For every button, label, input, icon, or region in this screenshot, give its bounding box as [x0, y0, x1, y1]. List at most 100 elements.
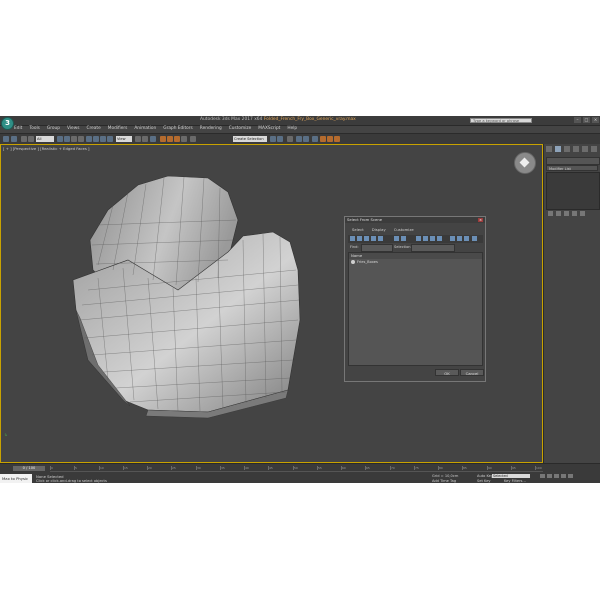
- show-end-result-icon[interactable]: [556, 211, 561, 216]
- spinner-snap-icon[interactable]: [181, 136, 187, 142]
- display-bones-icon[interactable]: [423, 236, 428, 241]
- display-cameras-icon[interactable]: [371, 236, 376, 241]
- key-filters-button[interactable]: Key Filters...: [504, 479, 526, 483]
- track-bar[interactable]: 0 5 10 15 20 25 30 35 40 45 50 55 60 65 70 75 80 85 90 95 10…: [50, 466, 543, 472]
- sync-selection-icon[interactable]: [472, 236, 477, 241]
- maxscript-listener[interactable]: Max to Physic: [0, 474, 32, 483]
- key-set-dropdown[interactable]: Selected: [492, 474, 530, 478]
- maximize-icon[interactable]: □: [583, 117, 590, 123]
- minimize-icon[interactable]: –: [574, 117, 581, 123]
- hierarchy-tab-icon[interactable]: [564, 146, 570, 152]
- display-none-icon[interactable]: [457, 236, 462, 241]
- ok-button[interactable]: OK: [435, 369, 459, 376]
- set-key-button[interactable]: Set Key: [477, 479, 491, 483]
- modifier-list-dropdown[interactable]: Modifier List: [546, 165, 598, 171]
- align-icon[interactable]: [277, 136, 283, 142]
- display-xrefs-icon[interactable]: [416, 236, 421, 241]
- app-logo-icon[interactable]: 3: [1, 117, 14, 130]
- find-input[interactable]: [361, 244, 393, 252]
- keyboard-shortcut-icon[interactable]: [150, 136, 156, 142]
- menu-tools[interactable]: Tools: [29, 126, 40, 132]
- dialog-title[interactable]: Select From Scene: [345, 217, 485, 223]
- utilities-tab-icon[interactable]: [591, 146, 597, 152]
- snaps-toggle-icon[interactable]: [160, 136, 166, 142]
- menu-create[interactable]: Create: [86, 126, 100, 132]
- remove-modifier-icon[interactable]: [572, 211, 577, 216]
- link-icon[interactable]: [21, 136, 27, 142]
- close-icon[interactable]: ×: [592, 117, 599, 123]
- rotate-icon[interactable]: [93, 136, 99, 142]
- dialog-menu-select[interactable]: Select: [352, 227, 364, 232]
- modifier-stack[interactable]: [546, 172, 600, 210]
- display-groups-icon[interactable]: [401, 236, 406, 241]
- display-tab-icon[interactable]: [582, 146, 588, 152]
- scale-icon[interactable]: [100, 136, 106, 142]
- dialog-menu-customize[interactable]: Customize: [394, 227, 414, 232]
- curve-editor-icon[interactable]: [296, 136, 302, 142]
- modify-tab-icon[interactable]: [555, 146, 561, 152]
- schematic-view-icon[interactable]: [303, 136, 309, 142]
- menu-modifiers[interactable]: Modifiers: [108, 126, 128, 132]
- edit-named-sets-icon[interactable]: [190, 136, 196, 142]
- play-icon[interactable]: [554, 474, 559, 478]
- scene-object-list[interactable]: Name Fries_Boxes: [348, 252, 483, 366]
- rect-selection-icon[interactable]: [71, 136, 77, 142]
- layer-explorer-icon[interactable]: [287, 136, 293, 142]
- create-tab-icon[interactable]: [546, 146, 552, 152]
- select-object-icon[interactable]: [57, 136, 63, 142]
- display-invert-icon[interactable]: [464, 236, 469, 241]
- display-containers-icon[interactable]: [430, 236, 435, 241]
- viewport-label[interactable]: [ + ] [Perspective ] [Realistic + Edged …: [3, 146, 89, 151]
- menu-group[interactable]: Group: [47, 126, 60, 132]
- menu-graph-editors[interactable]: Graph Editors: [163, 126, 193, 132]
- fry-box-mesh[interactable]: [68, 160, 308, 430]
- menu-animation[interactable]: Animation: [134, 126, 156, 132]
- menu-help[interactable]: Help: [287, 126, 297, 132]
- name-column-header[interactable]: Name: [349, 253, 482, 259]
- render-setup-icon[interactable]: [320, 136, 326, 142]
- search-input[interactable]: Type a keyword or phrase: [470, 118, 532, 123]
- display-lights-icon[interactable]: [364, 236, 369, 241]
- previous-frame-icon[interactable]: [547, 474, 552, 478]
- add-time-tag[interactable]: Add Time Tag: [432, 479, 456, 483]
- menu-views[interactable]: Views: [67, 126, 79, 132]
- reference-coord-dropdown[interactable]: View: [116, 136, 132, 142]
- redo-icon[interactable]: [11, 136, 17, 142]
- pivot-icon[interactable]: [135, 136, 141, 142]
- menu-edit[interactable]: Edit: [14, 126, 22, 132]
- display-spacewarps-icon[interactable]: [394, 236, 399, 241]
- time-slider[interactable]: 0 / 100: [13, 466, 45, 471]
- display-all-icon[interactable]: [450, 236, 455, 241]
- go-to-end-icon[interactable]: [568, 474, 573, 478]
- selection-filter-dropdown[interactable]: All: [36, 136, 54, 142]
- dialog-close-icon[interactable]: ×: [478, 218, 483, 222]
- percent-snap-icon[interactable]: [174, 136, 180, 142]
- move-icon[interactable]: [86, 136, 92, 142]
- make-unique-icon[interactable]: [564, 211, 569, 216]
- display-frozen-icon[interactable]: [437, 236, 442, 241]
- undo-icon[interactable]: [3, 136, 9, 142]
- select-by-name-icon[interactable]: [64, 136, 70, 142]
- auto-key-button[interactable]: Auto Key: [477, 474, 493, 478]
- list-item[interactable]: Fries_Boxes: [351, 260, 378, 264]
- display-helpers-icon[interactable]: [378, 236, 383, 241]
- cancel-button[interactable]: Cancel: [460, 369, 484, 376]
- display-shapes-icon[interactable]: [357, 236, 362, 241]
- mirror-icon[interactable]: [270, 136, 276, 142]
- select-manipulate-icon[interactable]: [142, 136, 148, 142]
- display-geometry-icon[interactable]: [350, 236, 355, 241]
- next-frame-icon[interactable]: [561, 474, 566, 478]
- window-crossing-icon[interactable]: [78, 136, 84, 142]
- pin-stack-icon[interactable]: [548, 211, 553, 216]
- menu-customize[interactable]: Customize: [229, 126, 252, 132]
- material-editor-icon[interactable]: [312, 136, 318, 142]
- selection-sets-dropdown[interactable]: [411, 244, 455, 252]
- dialog-menu-display[interactable]: Display: [372, 227, 386, 232]
- configure-sets-icon[interactable]: [580, 211, 585, 216]
- menu-rendering[interactable]: Rendering: [200, 126, 222, 132]
- render-icon[interactable]: [334, 136, 340, 142]
- menu-maxscript[interactable]: MAXScript: [258, 126, 280, 132]
- rendered-frame-icon[interactable]: [327, 136, 333, 142]
- motion-tab-icon[interactable]: [573, 146, 579, 152]
- place-icon[interactable]: [107, 136, 113, 142]
